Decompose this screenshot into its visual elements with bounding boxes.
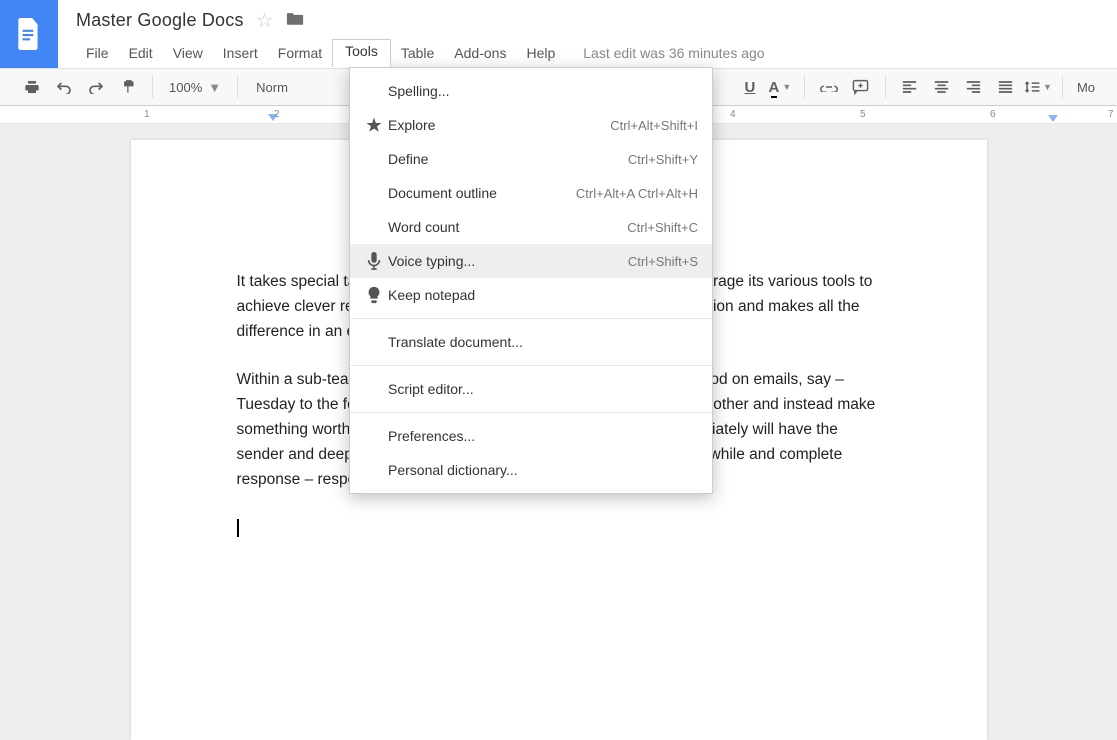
- bulb-icon: [360, 286, 388, 304]
- menu-item-shortcut: Ctrl+Shift+C: [627, 220, 698, 235]
- tools-menu-item[interactable]: Preferences...: [350, 419, 712, 453]
- menu-item-label: Personal dictionary...: [388, 462, 698, 478]
- tools-menu-item[interactable]: Translate document...: [350, 325, 712, 359]
- tools-menu-item[interactable]: Script editor...: [350, 372, 712, 406]
- menu-item-label: Preferences...: [388, 428, 698, 444]
- tools-menu-item[interactable]: Keep notepad: [350, 278, 712, 312]
- ruler-tick: 1: [144, 109, 150, 120]
- text-color-icon[interactable]: A▼: [766, 73, 794, 101]
- menu-edit[interactable]: Edit: [119, 41, 163, 65]
- chevron-down-icon: ▼: [208, 80, 221, 95]
- tools-menu-item[interactable]: ExploreCtrl+Alt+Shift+I: [350, 108, 712, 142]
- insert-link-icon[interactable]: [815, 73, 843, 101]
- star-icon[interactable]: ☆: [256, 8, 274, 33]
- paragraph-style-select[interactable]: Norm: [248, 80, 296, 95]
- underline-icon[interactable]: U: [736, 73, 764, 101]
- menu-bar: File Edit View Insert Format Tools Table…: [76, 39, 1107, 67]
- menu-item-shortcut: Ctrl+Shift+S: [628, 254, 698, 269]
- menu-item-label: Explore: [388, 117, 610, 133]
- indent-marker-right[interactable]: [1048, 115, 1058, 122]
- menu-format[interactable]: Format: [268, 41, 332, 65]
- tools-menu-item[interactable]: Voice typing...Ctrl+Shift+S: [350, 244, 712, 278]
- menu-insert[interactable]: Insert: [213, 41, 268, 65]
- tools-menu-item[interactable]: Spelling...: [350, 74, 712, 108]
- menu-item-label: Script editor...: [388, 381, 698, 397]
- tools-menu-item[interactable]: Word countCtrl+Shift+C: [350, 210, 712, 244]
- menu-item-label: Document outline: [388, 185, 576, 201]
- menu-item-label: Define: [388, 151, 628, 167]
- align-center-icon[interactable]: [928, 73, 956, 101]
- ruler-tick: 6: [990, 109, 996, 120]
- last-edit-status[interactable]: Last edit was 36 minutes ago: [583, 45, 764, 61]
- menu-table[interactable]: Table: [391, 41, 444, 65]
- ruler-tick: 7: [1108, 109, 1114, 120]
- tools-menu-item[interactable]: Document outlineCtrl+Alt+A Ctrl+Alt+H: [350, 176, 712, 210]
- tools-dropdown: Spelling...ExploreCtrl+Alt+Shift+IDefine…: [349, 67, 713, 494]
- ruler-tick: 4: [730, 109, 736, 120]
- menu-item-label: Keep notepad: [388, 287, 698, 303]
- paint-format-icon[interactable]: [114, 73, 142, 101]
- folder-icon[interactable]: [286, 10, 304, 31]
- zoom-value: 100%: [169, 80, 202, 95]
- text-cursor: [237, 519, 239, 537]
- menu-addons[interactable]: Add-ons: [444, 41, 516, 65]
- menu-item-label: Translate document...: [388, 334, 698, 350]
- menu-file[interactable]: File: [76, 41, 119, 65]
- align-right-icon[interactable]: [960, 73, 988, 101]
- menu-view[interactable]: View: [163, 41, 213, 65]
- redo-icon[interactable]: [82, 73, 110, 101]
- undo-icon[interactable]: [50, 73, 78, 101]
- tools-menu-item[interactable]: DefineCtrl+Shift+Y: [350, 142, 712, 176]
- style-label: Norm: [256, 80, 288, 95]
- menu-item-shortcut: Ctrl+Alt+Shift+I: [610, 118, 698, 133]
- explore-icon: [360, 116, 388, 134]
- menu-item-label: Word count: [388, 219, 627, 235]
- document-icon: [16, 18, 42, 50]
- print-icon[interactable]: [18, 73, 46, 101]
- menu-item-label: Spelling...: [388, 83, 698, 99]
- app-header: Master Google Docs ☆ File Edit View Inse…: [0, 0, 1117, 68]
- more-button[interactable]: Mo: [1073, 80, 1099, 95]
- line-spacing-icon[interactable]: ▼: [1024, 73, 1052, 101]
- menu-item-shortcut: Ctrl+Shift+Y: [628, 152, 698, 167]
- menu-item-label: Voice typing...: [388, 253, 628, 269]
- align-left-icon[interactable]: [896, 73, 924, 101]
- ruler-tick: 5: [860, 109, 866, 120]
- menu-item-shortcut: Ctrl+Alt+A Ctrl+Alt+H: [576, 186, 698, 201]
- menu-tools[interactable]: Tools: [332, 39, 391, 67]
- menu-help[interactable]: Help: [516, 41, 565, 65]
- ruler-tick: 2: [274, 109, 280, 120]
- mic-icon: [360, 252, 388, 270]
- tools-menu-item[interactable]: Personal dictionary...: [350, 453, 712, 487]
- docs-logo[interactable]: [0, 0, 58, 68]
- align-justify-icon[interactable]: [992, 73, 1020, 101]
- zoom-select[interactable]: 100% ▼: [163, 80, 227, 95]
- document-title[interactable]: Master Google Docs: [76, 10, 244, 31]
- insert-comment-icon[interactable]: [847, 73, 875, 101]
